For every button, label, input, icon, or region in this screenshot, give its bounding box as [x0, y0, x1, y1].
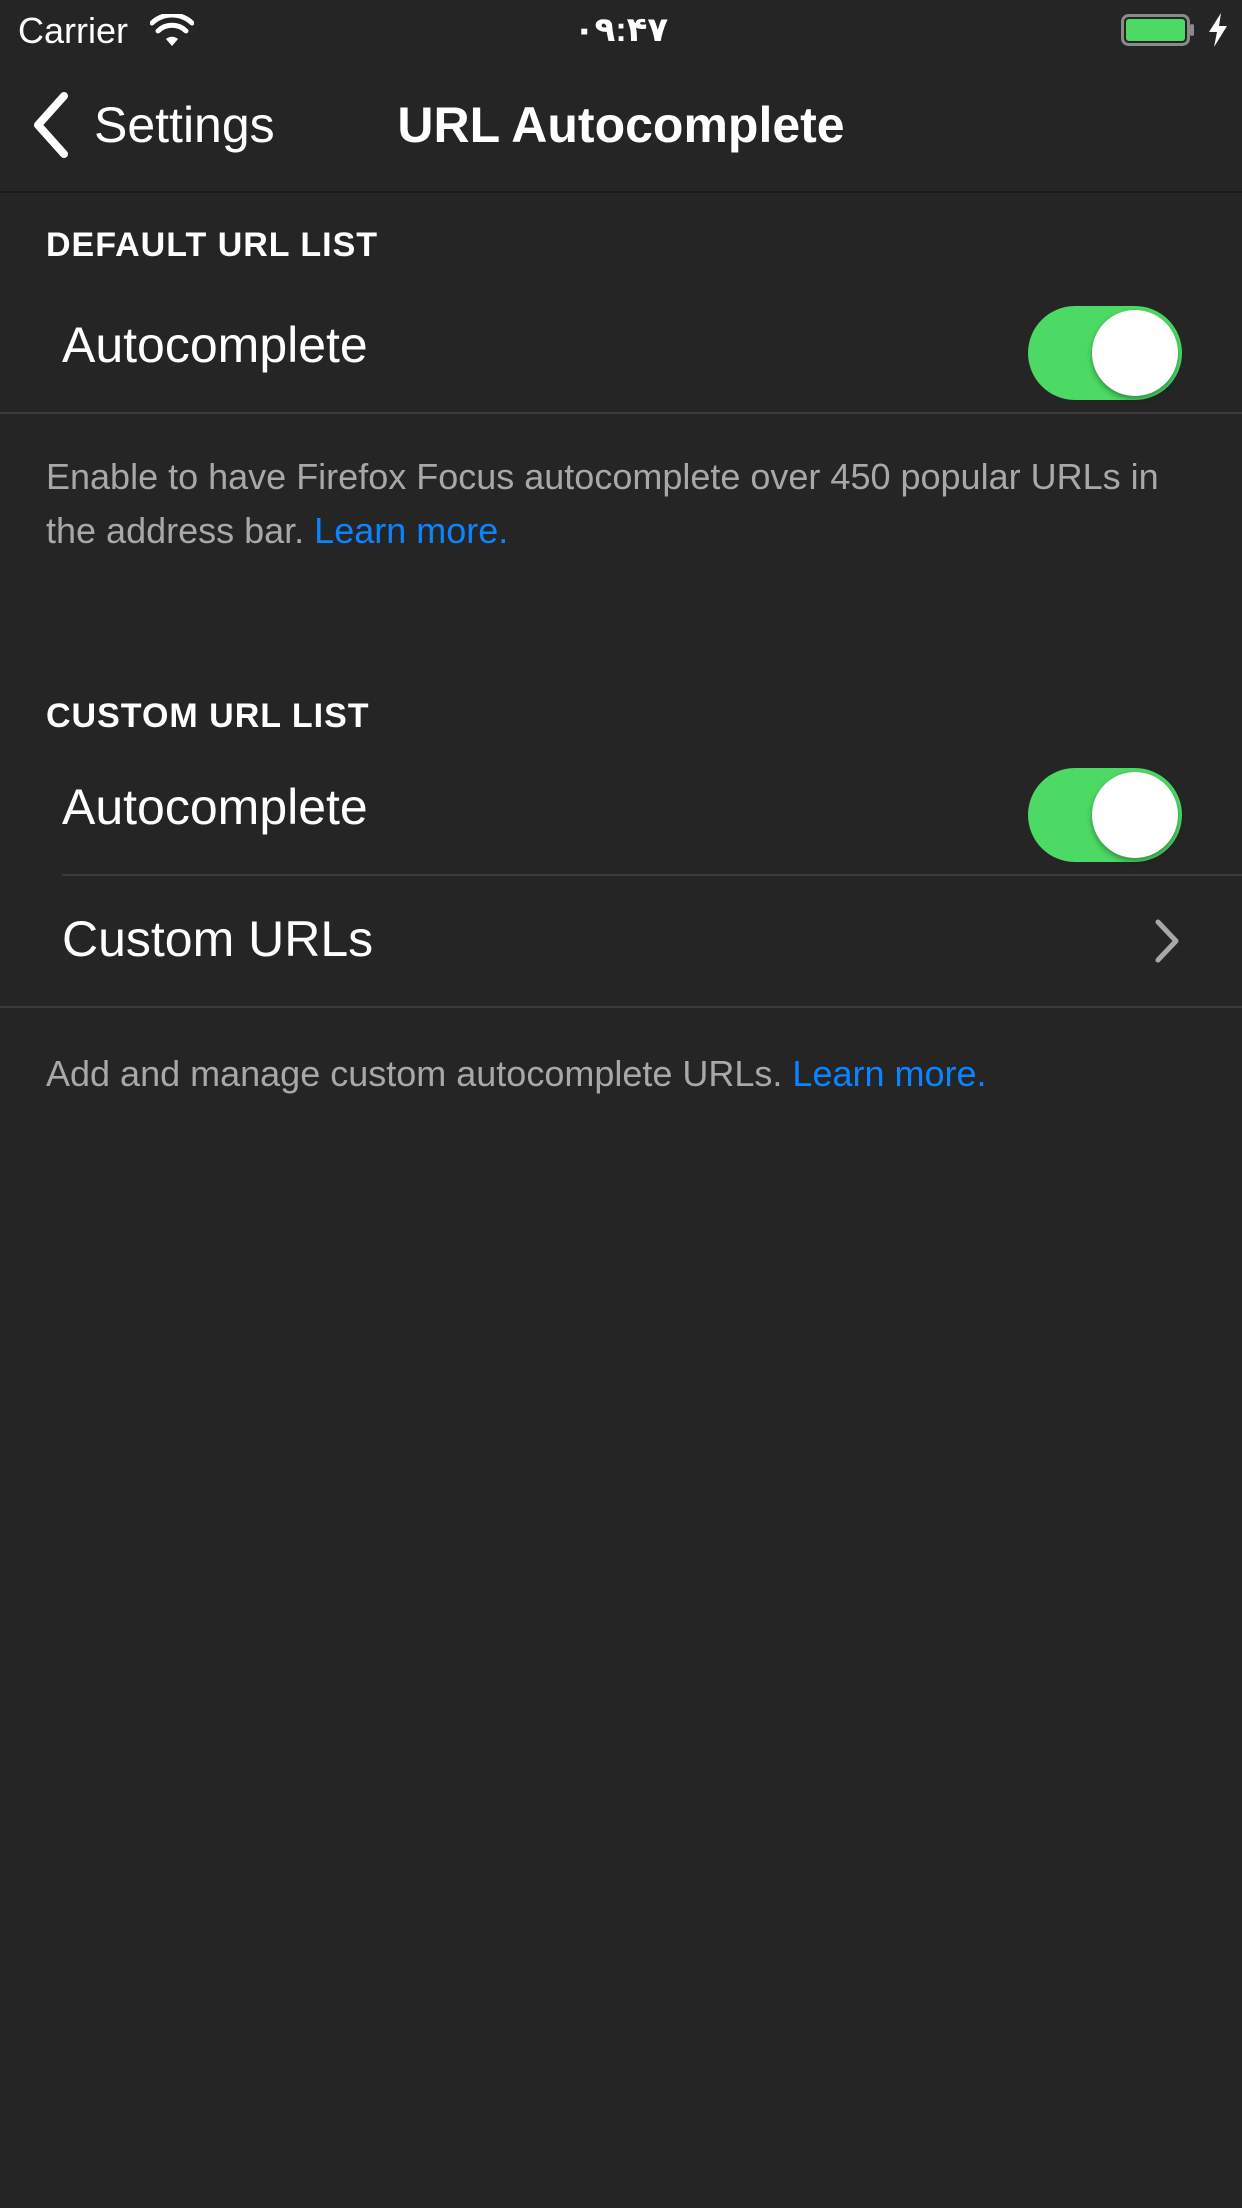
status-bar: Carrier ۰۹:۴۷: [0, 0, 1242, 60]
toggle-knob: [1092, 772, 1178, 858]
divider: [0, 1006, 1242, 1008]
custom-autocomplete-row: Autocomplete: [0, 744, 1242, 874]
section-header-default-url-list: DEFAULT URL LIST: [46, 226, 379, 264]
back-button[interactable]: Settings: [30, 90, 275, 160]
custom-autocomplete-toggle[interactable]: [1028, 768, 1182, 862]
custom-section-footer: Add and manage custom autocomplete URLs.…: [46, 1047, 1206, 1101]
chevron-left-icon: [34, 92, 68, 158]
custom-urls-row[interactable]: Custom URLs: [0, 876, 1242, 1006]
default-footer-text: Enable to have Firefox Focus autocomplet…: [46, 456, 1159, 551]
status-time: ۰۹:۴۷: [573, 11, 669, 49]
divider: [0, 412, 1242, 414]
chevron-right-icon: [1155, 919, 1179, 963]
back-label: Settings: [94, 97, 275, 153]
battery-icon: [1121, 14, 1194, 46]
custom-urls-label: Custom URLs: [62, 911, 374, 967]
default-autocomplete-row: Autocomplete: [0, 282, 1242, 412]
default-autocomplete-toggle[interactable]: [1028, 306, 1182, 400]
default-section-footer: Enable to have Firefox Focus autocomplet…: [46, 450, 1206, 558]
section-header-custom-url-list: CUSTOM URL LIST: [46, 697, 370, 735]
default-learn-more-link[interactable]: Learn more.: [314, 510, 508, 551]
custom-autocomplete-label: Autocomplete: [62, 779, 368, 835]
charging-bolt-icon: [1209, 13, 1227, 47]
default-autocomplete-label: Autocomplete: [62, 317, 368, 373]
custom-learn-more-link[interactable]: Learn more.: [792, 1053, 986, 1094]
navigation-bar: URL Autocomplete Settings: [0, 60, 1242, 193]
custom-footer-text: Add and manage custom autocomplete URLs.: [46, 1053, 793, 1094]
toggle-knob: [1092, 310, 1178, 396]
